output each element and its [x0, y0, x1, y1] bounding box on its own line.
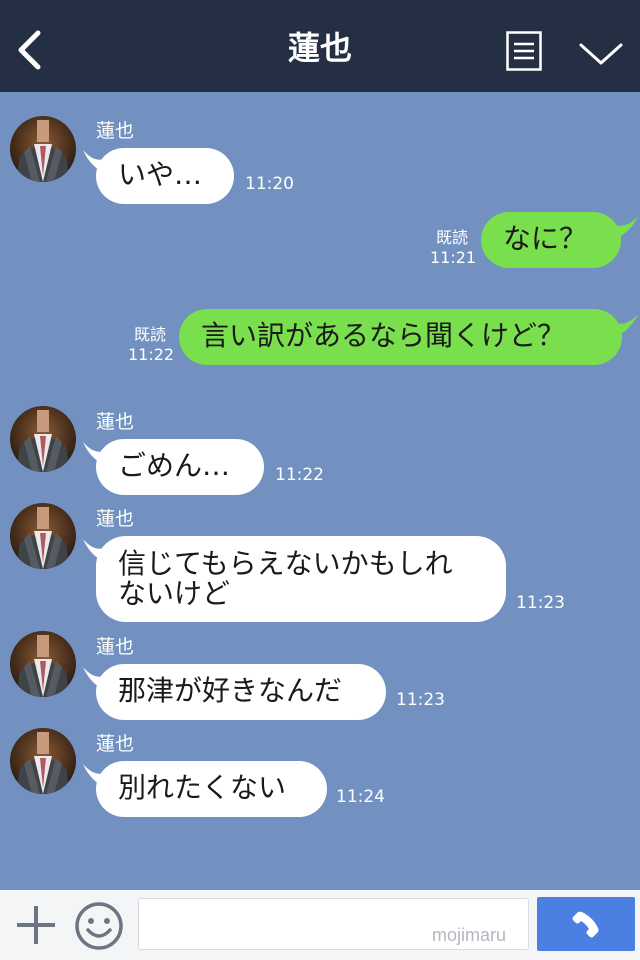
message-time: 11:21 [430, 248, 477, 267]
avatar[interactable] [10, 116, 76, 182]
read-receipt: 既読 [133, 325, 166, 344]
outgoing-message[interactable]: 言い訳があるなら聞くけど？ [179, 309, 622, 365]
sender-name: 蓮也 [96, 733, 135, 755]
watermark: mojimaru [432, 925, 507, 945]
outgoing-message[interactable]: なに？ [481, 212, 621, 268]
message-time: 11:24 [336, 787, 385, 807]
message-line: 信じてもらえないかもしれ [118, 547, 453, 580]
avatar[interactable] [10, 406, 76, 472]
sender-name: 蓮也 [96, 508, 135, 530]
incoming-message[interactable]: 那津が好きなんだ [96, 664, 386, 720]
incoming-message[interactable]: いや… [96, 148, 234, 204]
read-receipt: 既読 [435, 228, 468, 247]
chat-header: 蓮也 [0, 0, 640, 92]
message-line: ないけど [118, 577, 231, 610]
incoming-message[interactable]: ごめん… [96, 439, 264, 495]
sender-name: 蓮也 [96, 636, 135, 658]
message-time: 11:22 [275, 465, 324, 485]
avatar[interactable] [10, 631, 76, 697]
sender-name: 蓮也 [96, 120, 135, 142]
message-list[interactable]: 蓮也 いや… 11:20 既読 11:21 なに？ 既読 11:22 言い訳があ… [0, 92, 640, 890]
smile-icon[interactable] [73, 900, 125, 952]
avatar[interactable] [10, 728, 76, 794]
call-button[interactable] [537, 897, 635, 951]
avatar[interactable] [10, 503, 76, 569]
chevron-down-icon[interactable] [578, 38, 624, 68]
phone-icon [572, 911, 599, 938]
sender-name: 蓮也 [96, 411, 135, 433]
message-time: 11:23 [516, 593, 565, 613]
message-time: 11:22 [128, 345, 175, 364]
incoming-message[interactable]: 信じてもらえないかもしれ ないけど [96, 536, 506, 622]
plus-icon[interactable] [15, 904, 57, 946]
incoming-message[interactable]: 別れたくない [96, 761, 327, 817]
message-time: 11:20 [245, 174, 294, 194]
menu-list-icon[interactable] [506, 31, 542, 71]
message-time: 11:23 [396, 690, 445, 710]
chat-title: 蓮也 [287, 29, 352, 67]
